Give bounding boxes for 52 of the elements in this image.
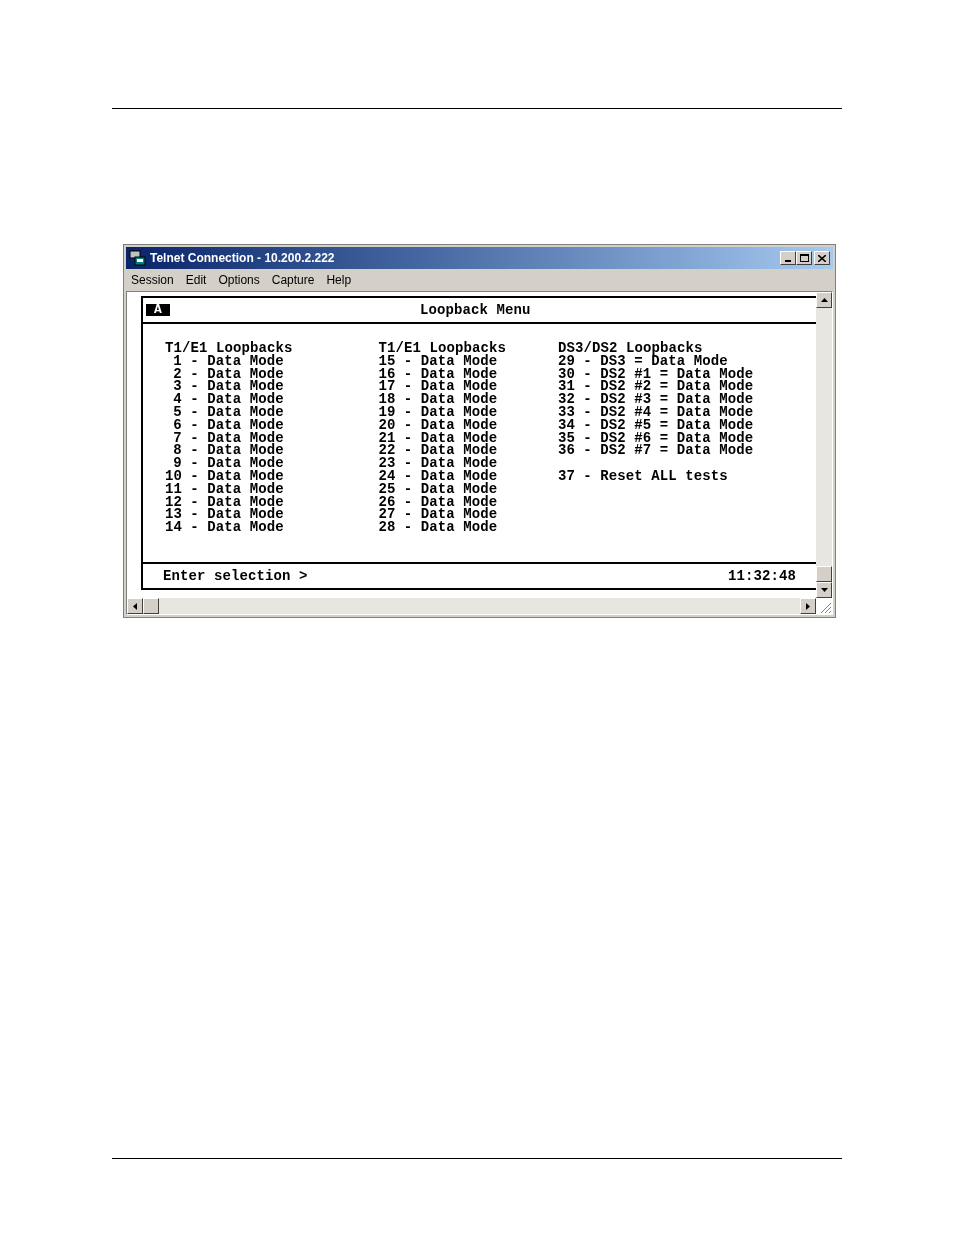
menu-option: 11 - Data Mode <box>165 482 293 496</box>
terminal-icon <box>129 250 147 266</box>
menu-option: 36 - DS2 #7 = Data Mode <box>558 444 754 458</box>
menu-item[interactable]: Session <box>131 271 174 289</box>
clock-time: 11:32:48 <box>728 569 796 583</box>
scroll-right-button[interactable] <box>800 598 816 614</box>
column-heading: T1/E1 Loopbacks <box>378 342 507 355</box>
session-badge: A <box>146 304 170 316</box>
menu-option: 4 - Data Mode <box>165 393 293 406</box>
left-arrow-icon <box>133 602 137 610</box>
close-icon <box>818 254 826 262</box>
menu-option: 19 - Data Mode <box>378 406 507 419</box>
command-prompt[interactable]: Enter selection > <box>163 569 308 583</box>
down-arrow-icon <box>820 588 828 592</box>
menu-option: 33 - DS2 #4 = Data Mode <box>558 406 754 419</box>
column-heading: DS3/DS2 Loopbacks <box>558 342 703 355</box>
window-title: Telnet Connection - 10.200.2.222 <box>150 250 335 267</box>
menu-option: 32 - DS2 #3 = Data Mode <box>558 393 754 406</box>
scroll-left-button[interactable] <box>127 598 143 614</box>
menu-option: 18 - Data Mode <box>378 393 507 406</box>
menu-option: 37 - Reset ALL tests <box>558 469 754 483</box>
minimize-button[interactable] <box>780 251 796 265</box>
menu-option: 24 - Data Mode <box>378 469 507 483</box>
menu-item[interactable]: Edit <box>185 271 207 289</box>
menu-option: 10 - Data Mode <box>165 469 293 483</box>
horizontal-scrollbar[interactable] <box>127 598 816 614</box>
column-heading: T1/E1 Loopbacks <box>165 342 293 355</box>
menu-option: 20 - Data Mode <box>378 418 507 432</box>
menu-item[interactable]: Help <box>326 271 352 289</box>
menu-item[interactable]: Capture <box>271 271 315 289</box>
close-button[interactable] <box>814 251 830 265</box>
scroll-up-button[interactable] <box>816 292 832 308</box>
up-arrow-icon <box>820 298 828 302</box>
vertical-scrollbar[interactable] <box>816 292 832 598</box>
menu-option: 34 - DS2 #5 = Data Mode <box>558 418 754 432</box>
maximize-button[interactable] <box>796 251 812 265</box>
menu-option: 15 - Data Mode <box>378 354 507 368</box>
screen-title: Loopback Menu <box>420 304 531 317</box>
right-arrow-icon <box>806 602 810 610</box>
scroll-down-button[interactable] <box>816 582 832 598</box>
menu-option: 14 - Data Mode <box>165 521 293 534</box>
menu-option: 25 - Data Mode <box>378 482 507 496</box>
menu-option: 1 - Data Mode <box>165 354 293 368</box>
menu-option: 6 - Data Mode <box>165 418 293 432</box>
menu-option: 9 - Data Mode <box>165 457 293 470</box>
scroll-thumb[interactable] <box>143 598 159 614</box>
menu-item[interactable]: Options <box>218 271 260 289</box>
menu-option: 28 - Data Mode <box>378 521 507 534</box>
menu-option: 23 - Data Mode <box>378 457 507 470</box>
menu-option: 29 - DS3 = Data Mode <box>558 354 754 368</box>
scroll-thumb[interactable] <box>816 566 832 582</box>
menu-option: 5 - Data Mode <box>165 406 293 419</box>
